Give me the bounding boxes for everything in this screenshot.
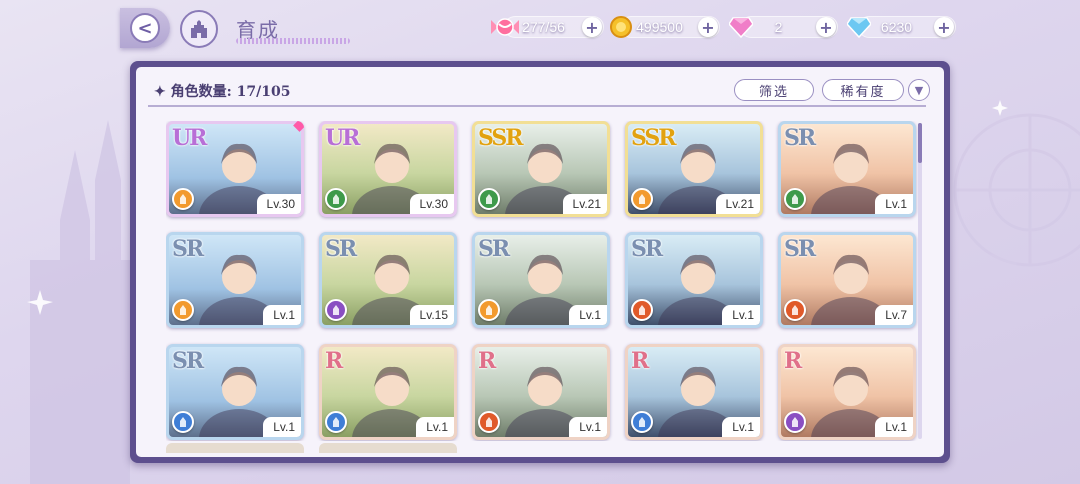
level-badge: Lv.1 <box>263 416 301 437</box>
rarity-label: UR <box>172 125 207 151</box>
element-green-icon <box>478 188 500 210</box>
home-button[interactable] <box>180 10 218 48</box>
partial-card[interactable] <box>319 443 457 453</box>
character-card[interactable]: R Lv.1 <box>778 343 916 440</box>
character-card[interactable]: SR Lv.7 <box>778 232 916 329</box>
add-gold-button[interactable]: + <box>698 17 718 37</box>
rarity-label: SSR <box>478 125 524 151</box>
level-badge: Lv.21 <box>715 194 760 214</box>
level-badge: Lv.1 <box>875 194 913 214</box>
filter-button[interactable]: 筛选 <box>734 79 814 101</box>
level-badge: Lv.1 <box>263 305 301 326</box>
resource-blue-gem: 6230 + <box>847 16 956 38</box>
back-label: < <box>137 17 153 39</box>
rarity-sort-button[interactable]: 稀有度 <box>822 79 904 101</box>
character-panel: ✦ 角色数量: 17/105 筛选 稀有度 ▼ UR Lv.30 UR Lv.30 SS… <box>130 61 950 463</box>
element-blue-icon <box>325 410 347 433</box>
rarity-label: SR <box>631 236 663 263</box>
level-badge: Lv.1 <box>569 416 607 437</box>
rarity-label: SSR <box>631 125 677 151</box>
element-blue-icon <box>631 410 653 433</box>
resource-gold: 499500 + <box>610 16 720 38</box>
pink-diamond-icon <box>727 13 755 41</box>
rarity-label: SR <box>784 125 816 151</box>
element-blue-icon <box>172 410 194 433</box>
element-red-icon <box>478 410 500 433</box>
rarity-label: SR <box>172 236 204 263</box>
rarity-label: SR <box>478 236 510 263</box>
character-card[interactable]: SSR Lv.21 <box>472 121 610 217</box>
element-green-icon <box>325 188 347 210</box>
level-badge: Lv.1 <box>722 416 760 437</box>
rarity-label: UR <box>325 125 360 151</box>
level-badge: Lv.30 <box>409 194 454 214</box>
character-card[interactable]: R Lv.1 <box>319 343 457 440</box>
sort-order-toggle[interactable]: ▼ <box>908 79 930 101</box>
add-pink-gem-button[interactable]: + <box>816 17 836 37</box>
rarity-label: SR <box>172 347 204 374</box>
level-badge: Lv.1 <box>416 416 454 437</box>
character-card[interactable]: R Lv.1 <box>472 343 610 440</box>
level-badge: Lv.1 <box>875 416 913 437</box>
level-badge: Lv.30 <box>256 194 301 214</box>
gold-coin-icon <box>607 13 635 41</box>
scrollbar-thumb[interactable] <box>918 123 922 163</box>
back-button[interactable]: < <box>120 8 170 48</box>
rarity-label: R <box>784 347 802 374</box>
level-badge: Lv.1 <box>569 305 607 326</box>
rarity-label: SR <box>784 236 816 263</box>
partial-card[interactable] <box>166 443 304 453</box>
level-badge: Lv.1 <box>722 305 760 326</box>
element-orange-icon <box>172 188 194 210</box>
rarity-label: R <box>478 347 496 374</box>
character-card[interactable]: R Lv.1 <box>625 343 763 440</box>
character-card[interactable]: SR Lv.1 <box>625 232 763 329</box>
character-card[interactable]: UR Lv.30 <box>166 121 304 217</box>
element-orange-icon <box>631 188 653 210</box>
character-card[interactable]: SR Lv.1 <box>166 232 304 329</box>
resource-pink-gem: 2 + <box>729 16 838 38</box>
title-underline-decoration <box>236 38 350 44</box>
resource-stamina: 277/56 + <box>491 16 604 38</box>
character-panel-inner: ✦ 角色数量: 17/105 筛选 稀有度 ▼ UR Lv.30 UR Lv.30 SS… <box>136 67 944 457</box>
level-badge: Lv.15 <box>409 305 454 326</box>
rarity-label: SR <box>325 236 357 263</box>
level-badge: Lv.7 <box>875 305 913 326</box>
castle-icon <box>191 20 207 38</box>
back-arrow-icon: < <box>130 13 160 43</box>
element-green-icon <box>784 188 806 210</box>
character-card[interactable]: SSR Lv.21 <box>625 121 763 217</box>
character-card[interactable]: UR Lv.30 <box>319 121 457 217</box>
character-grid: UR Lv.30 UR Lv.30 SSR Lv.21 SSR Lv.21 SR Lv.1 SR Lv… <box>166 121 926 441</box>
add-blue-gem-button[interactable]: + <box>934 17 954 37</box>
rarity-label: R <box>325 347 343 374</box>
header-divider <box>148 105 926 107</box>
character-card[interactable]: SR Lv.15 <box>319 232 457 329</box>
level-badge: Lv.21 <box>562 194 607 214</box>
add-stamina-button[interactable]: + <box>582 17 602 37</box>
character-card[interactable]: SR Lv.1 <box>166 343 304 440</box>
candy-icon <box>491 13 519 41</box>
character-card[interactable]: SR Lv.1 <box>472 232 610 329</box>
rarity-label: R <box>631 347 649 374</box>
character-count: ✦ 角色数量: 17/105 <box>154 84 291 100</box>
character-card[interactable]: SR Lv.1 <box>778 121 916 217</box>
grid-scrollbar[interactable] <box>918 123 922 439</box>
blue-diamond-icon <box>845 13 873 41</box>
chevron-down-icon: ▼ <box>914 83 924 97</box>
element-purple-icon <box>784 410 806 433</box>
